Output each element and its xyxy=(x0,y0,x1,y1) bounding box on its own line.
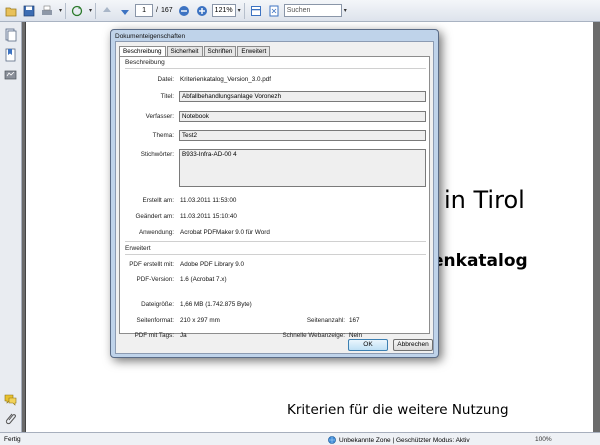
tab-erweitert[interactable]: Erweitert xyxy=(237,46,271,56)
globe-icon xyxy=(328,436,336,444)
subject-field[interactable]: Test2 xyxy=(179,130,426,141)
author-label: Verfasser: xyxy=(145,113,174,120)
file-value: Kriterienkatalog_Version_3.0.pdf xyxy=(180,76,272,83)
page-format-value: 210 x 297 mm xyxy=(180,317,220,324)
fit-page-icon[interactable] xyxy=(266,3,282,19)
title-label: Titel: xyxy=(160,93,174,100)
toolbar-separator xyxy=(65,2,67,19)
modified-value: 11.03.2011 15:10:40 xyxy=(180,213,237,220)
pages-panel-icon[interactable] xyxy=(4,28,17,42)
page-down-icon[interactable] xyxy=(117,3,133,19)
keywords-label: Stichwörter: xyxy=(140,151,174,158)
pdf-version-value: 1.6 (Acrobat 7.x) xyxy=(180,276,227,283)
group-divider xyxy=(125,68,426,69)
group-heading-description: Beschreibung xyxy=(125,59,165,66)
page-count-label: Seitenanzahl: xyxy=(306,317,345,324)
page-count-value: 167 xyxy=(349,317,360,324)
sync-dropdown-icon[interactable]: ▾ xyxy=(89,7,92,14)
print-icon[interactable] xyxy=(39,3,55,19)
group-divider xyxy=(125,241,426,242)
file-size-label: Dateigröße: xyxy=(141,301,174,308)
producer-value: Adobe PDF Library 9.0 xyxy=(180,261,245,268)
search-dropdown-icon[interactable]: ▾ xyxy=(344,7,347,14)
comments-panel-icon[interactable] xyxy=(4,392,17,406)
save-icon[interactable] xyxy=(21,3,37,19)
zoom-dropdown-icon[interactable]: ▾ xyxy=(238,7,241,14)
created-label: Erstellt am: xyxy=(142,197,175,204)
created-value: 11.03.2011 11:53:00 xyxy=(180,197,237,204)
keywords-field[interactable]: B933-Infra-AD-00 4 xyxy=(179,149,426,187)
subject-label: Thema: xyxy=(152,132,174,139)
group-heading-advanced: Erweitert xyxy=(125,245,151,252)
toolbar-separator xyxy=(95,2,97,19)
navigation-sidebar xyxy=(0,22,22,432)
toolbar: ▾ ▾ 1 / 167 121% ▾ Suchen ▾ xyxy=(0,0,600,22)
file-label: Datei: xyxy=(157,76,174,83)
page-total: 167 xyxy=(160,7,173,14)
bookmarks-panel-icon[interactable] xyxy=(4,48,17,62)
zoom-in-icon[interactable] xyxy=(194,3,210,19)
open-icon[interactable] xyxy=(3,3,19,19)
tab-sicherheit[interactable]: Sicherheit xyxy=(166,46,203,56)
application-label: Anwendung: xyxy=(138,229,174,236)
status-zoom[interactable]: 100% xyxy=(535,436,552,443)
dialog-body: Beschreibung Sicherheit Schriften Erweit… xyxy=(115,41,434,354)
description-panel: Beschreibung Datei: Kriterienkatalog_Ver… xyxy=(119,56,430,339)
page-number-input[interactable]: 1 xyxy=(135,4,154,17)
toolbar-separator xyxy=(243,2,245,19)
page-format-label: Seitenformat: xyxy=(136,317,174,324)
pdf-version-label: PDF-Version: xyxy=(136,276,174,283)
ok-button[interactable]: OK xyxy=(348,339,388,351)
producer-label: PDF erstellt mit: xyxy=(129,261,174,268)
application-value: Acrobat PDFMaker 9.0 für Word xyxy=(180,229,270,236)
tab-schriften[interactable]: Schriften xyxy=(203,46,237,56)
fast-web-view-label: Schnelle Webanzeige: xyxy=(282,332,345,339)
security-zone[interactable]: Unbekannte Zone | Geschützter Modus: Akt… xyxy=(328,436,470,444)
search-input[interactable]: Suchen xyxy=(283,4,342,17)
dialog-tabs: Beschreibung Sicherheit Schriften Erweit… xyxy=(119,46,271,57)
modified-label: Geändert am: xyxy=(135,213,174,220)
status-bar: Fertig Unbekannte Zone | Geschützter Mod… xyxy=(0,432,600,445)
page-separator: / xyxy=(156,7,158,14)
document-subheading: enkatalog xyxy=(432,251,528,271)
tagged-label: PDF mit Tags: xyxy=(134,332,174,339)
title-field[interactable]: Abfallbehandlungsanlage Voronezh xyxy=(179,91,426,102)
page-up-icon[interactable] xyxy=(99,3,115,19)
group-divider xyxy=(125,254,426,255)
cancel-button[interactable]: Abbrechen xyxy=(393,339,433,351)
author-field[interactable]: Notebook xyxy=(179,111,426,122)
tagged-value: Ja xyxy=(180,332,187,339)
signatures-panel-icon[interactable] xyxy=(4,68,17,82)
document-text-line: Kriterien für die weitere Nutzung xyxy=(287,402,509,418)
attachments-panel-icon[interactable] xyxy=(4,412,17,426)
print-dropdown-icon[interactable]: ▾ xyxy=(59,7,62,14)
fit-width-icon[interactable] xyxy=(248,3,264,19)
zoom-out-icon[interactable] xyxy=(176,3,192,19)
zoom-input[interactable]: 121% xyxy=(211,4,236,17)
document-heading: in Tirol xyxy=(444,186,525,214)
zone-text: Unbekannte Zone | Geschützter Modus: Akt… xyxy=(339,436,470,444)
file-size-value: 1,66 MB (1.742.875 Byte) xyxy=(180,301,252,308)
fast-web-view-value: Nein xyxy=(349,332,362,339)
document-properties-dialog: Dokumenteigenschaften Beschreibung Siche… xyxy=(110,29,439,358)
sync-icon[interactable] xyxy=(69,3,85,19)
status-text: Fertig xyxy=(4,436,21,443)
dialog-title: Dokumenteigenschaften xyxy=(115,33,186,40)
